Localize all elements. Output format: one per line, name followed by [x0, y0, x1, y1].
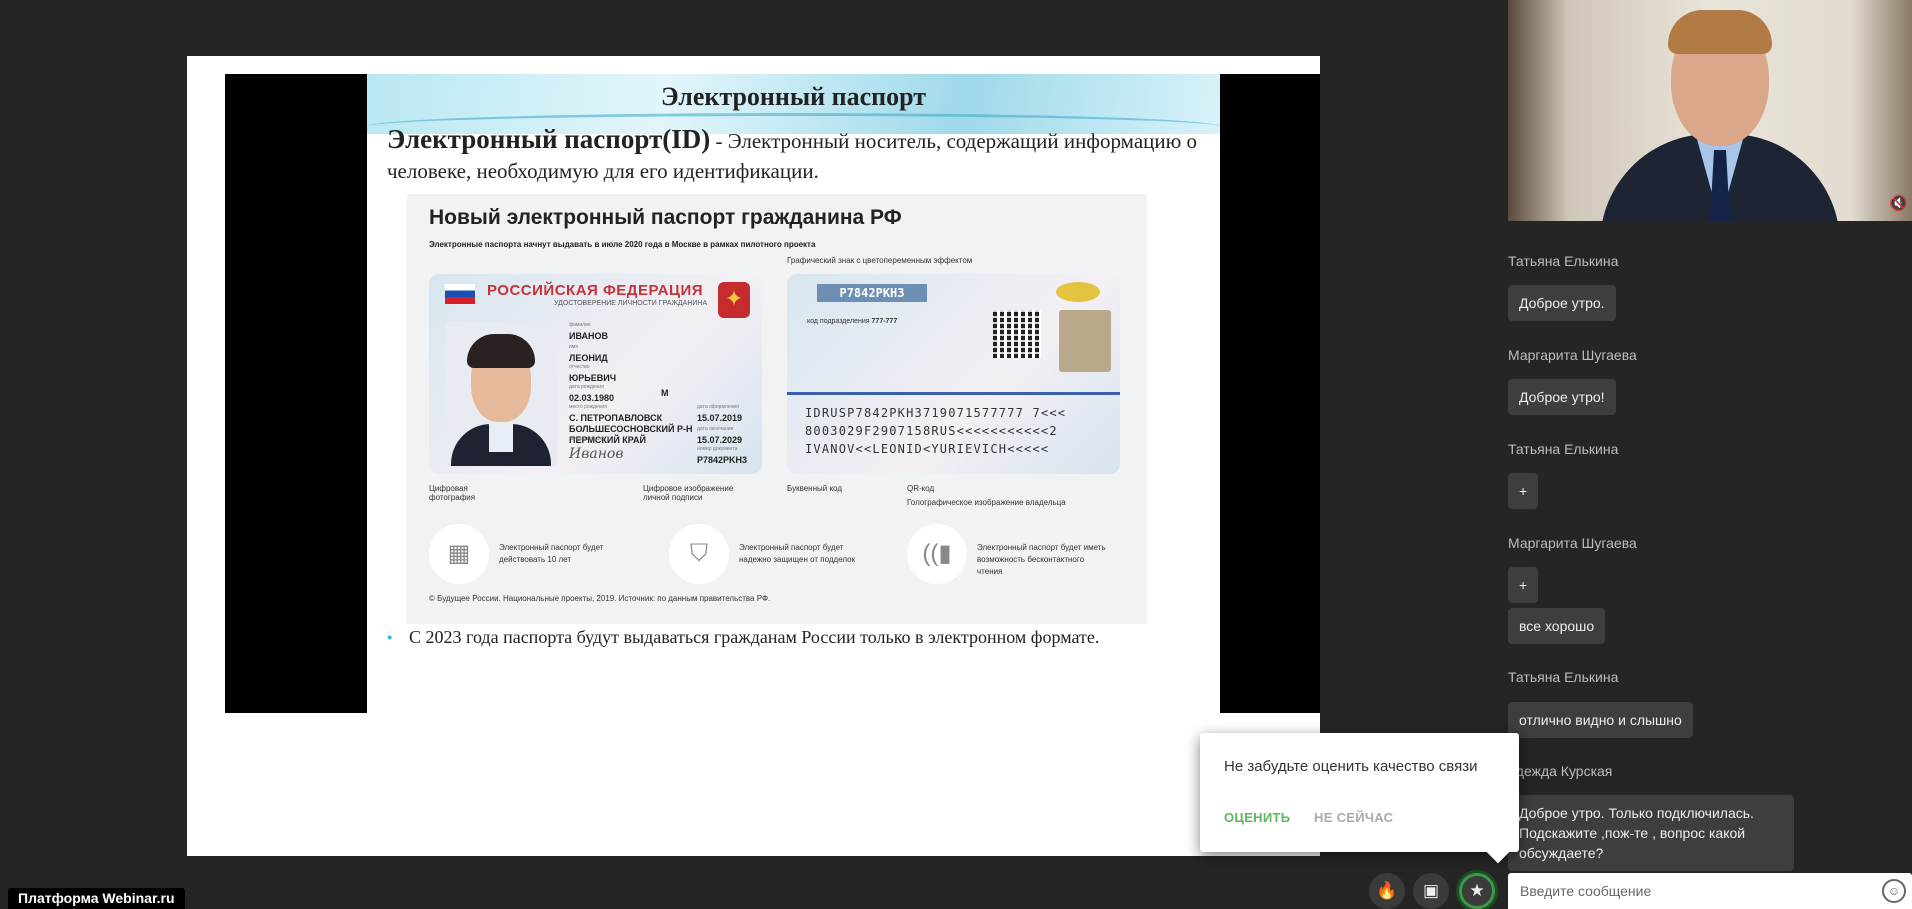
star-icon: ★ — [1469, 881, 1485, 900]
popup-text: Не забудьте оценить качество связи — [1224, 758, 1478, 775]
slide: Электронный паспорт Электронный паспорт(… — [367, 74, 1220, 713]
slide-viewport: Электронный паспорт Электронный паспорт(… — [225, 74, 1320, 713]
chat-message: Доброе утро. — [1508, 285, 1616, 321]
rate-connection-popup: Не забудьте оценить качество связи ОЦЕНИ… — [1200, 733, 1519, 864]
holder-photo — [445, 322, 557, 466]
fire-icon: 🔥 — [1376, 881, 1398, 900]
shield-icon: ⛉ — [669, 524, 729, 584]
chat-message: отлично видно и слышно — [1508, 702, 1693, 738]
sex-value: М — [661, 388, 669, 398]
slide-definition: Электронный паспорт(ID) - Электронный но… — [387, 124, 1207, 186]
callout-signature: Цифровое изображение личной подписи — [643, 484, 734, 502]
russian-flag-icon — [445, 284, 475, 304]
chat-author: адежда Курская — [1508, 763, 1613, 779]
pip-icon: ▣ — [1422, 881, 1440, 900]
calendar-icon: ▦ — [429, 524, 489, 584]
emoji-icon[interactable]: ☺ — [1882, 879, 1906, 903]
qr-code-icon — [993, 310, 1041, 358]
chat-author: Татьяна Елькина — [1508, 669, 1619, 685]
country-label: РОССИЙСКАЯ ФЕДЕРАЦИЯ — [487, 282, 704, 299]
holo-caption: Графический знак с цветопеременным эффек… — [787, 256, 973, 265]
mrz-line-2: 8003029F2907158RUS<<<<<<<<<<<2 — [805, 424, 1058, 438]
doc-type-label: УДОСТОВЕРЕНИЕ ЛИЧНОСТИ ГРАЖДАНИНА — [554, 300, 708, 307]
feature-text-2: Электронный паспорт будет надежно защище… — [739, 543, 856, 564]
picture-in-picture-button[interactable]: ▣ — [1413, 873, 1449, 909]
callout-qr: QR-код — [907, 484, 935, 493]
fire-reaction-button[interactable]: 🔥 — [1369, 873, 1405, 909]
chat-panel: Татьяна Елькина Доброе утро. Маргарита Ш… — [1508, 221, 1912, 871]
passport-infographic: Новый электронный паспорт гражданина РФ … — [407, 194, 1147, 624]
chat-author: Татьяна Елькина — [1508, 441, 1619, 457]
chat-input-bar: ☺ — [1508, 873, 1912, 909]
contactless-icon: ((▮ — [907, 524, 967, 584]
chat-message-input[interactable] — [1520, 877, 1860, 905]
platform-brand: Платформа Webinar.ru — [8, 888, 185, 909]
holographic-photo — [1059, 310, 1111, 372]
chat-message: + — [1508, 473, 1539, 509]
chat-author: Маргарита Шугаева — [1508, 535, 1637, 551]
not-now-button[interactable]: НЕ СЕЙЧАС — [1314, 810, 1393, 825]
infographic-footer: © Будущее России. Национальные проекты, … — [429, 594, 771, 603]
callout-photo: Цифровая фотография — [429, 484, 476, 502]
slide-frame: Электронный паспорт Электронный паспорт(… — [187, 56, 1320, 856]
feature-text-3: Электронный паспорт будет иметь возможно… — [977, 543, 1106, 576]
back-doc-number: P7842PKH3 — [817, 284, 927, 302]
hologram-icon — [1056, 282, 1100, 302]
rate-button[interactable]: ОЦЕНИТЬ — [1224, 810, 1290, 825]
chat-message: + — [1508, 567, 1539, 603]
coat-of-arms-icon: ✦ — [718, 282, 750, 318]
infographic-subtitle: Электронные паспорта начнут выдавать в и… — [429, 240, 816, 249]
star-rating-button[interactable]: ★ — [1459, 873, 1495, 909]
chat-message: все хорошо — [1508, 608, 1606, 644]
chat-message: Доброе утро. Только подключилась. Подска… — [1508, 795, 1794, 871]
feature-text-1: Электронный паспорт будет действовать 10… — [499, 543, 604, 564]
definition-term: Электронный паспорт(ID) — [387, 124, 711, 154]
slide-bullet: С 2023 года паспорта будут выдаваться гр… — [387, 624, 1207, 650]
surname-value: ИВАНОВ — [569, 331, 609, 341]
mrz-line-3: IVANOV<<LEONID<YURIEVICH<<<<< — [805, 442, 1050, 456]
doc-number-value: P7842PKH3 — [697, 455, 748, 465]
chat-message: Доброе утро! — [1508, 379, 1616, 415]
issue-value: 15.07.2019 — [697, 413, 743, 423]
speaker-video: 🔇 — [1508, 0, 1912, 221]
passport-front: РОССИЙСКАЯ ФЕДЕРАЦИЯ УДОСТОВЕРЕНИЕ ЛИЧНО… — [429, 274, 762, 474]
slide-title: Электронный паспорт — [660, 82, 927, 111]
chat-author: Маргарита Шугаева — [1508, 347, 1637, 363]
signature-image: Иванов — [569, 446, 624, 462]
mrz-line-1: IDRUSP7842PKH3719071577777 7<<< — [805, 406, 1067, 420]
muted-mic-icon: 🔇 — [1889, 195, 1908, 212]
infographic-title: Новый электронный паспорт гражданина РФ — [429, 206, 902, 229]
callout-holo-photo: Голографическое изображение владельца — [907, 498, 1066, 507]
callout-letter-code: Буквенный код — [787, 484, 842, 493]
chat-author: Татьяна Елькина — [1508, 253, 1619, 269]
passport-back: P7842PKH3 код подразделения 777-777 IDRU… — [787, 274, 1120, 474]
